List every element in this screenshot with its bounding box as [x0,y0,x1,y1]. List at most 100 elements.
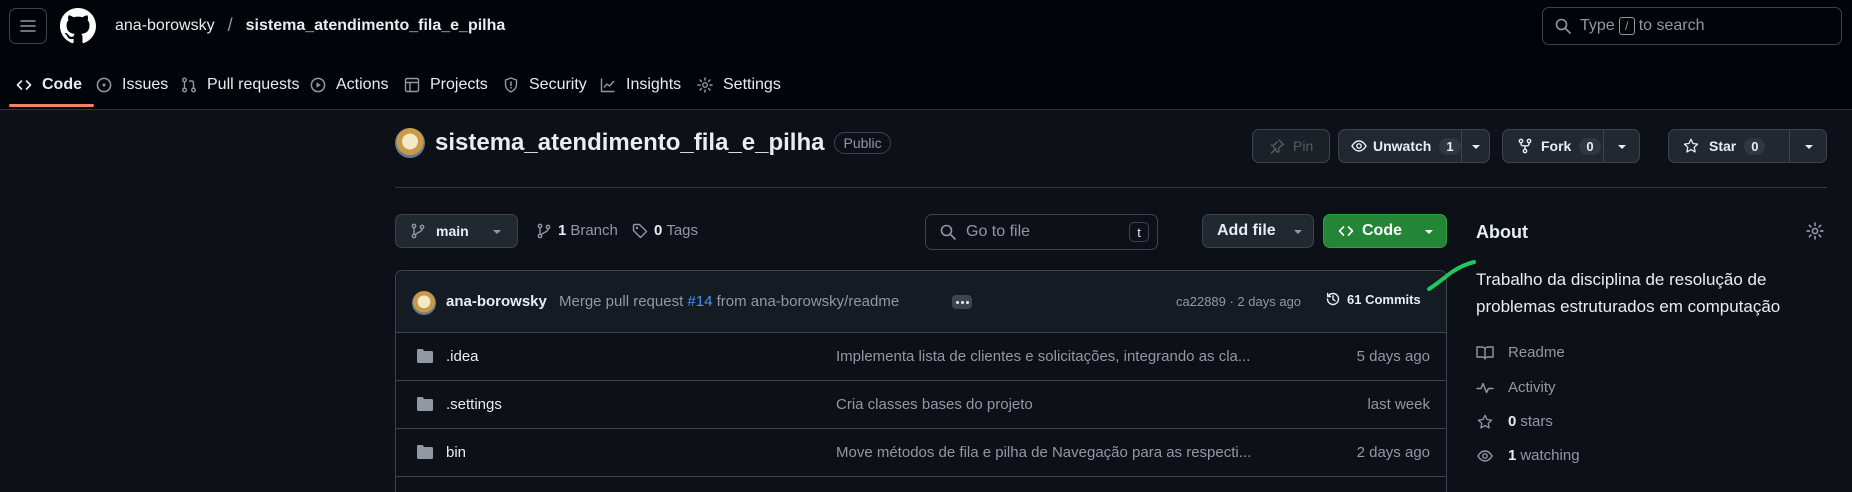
breadcrumb-owner[interactable]: ana-borowsky [115,17,215,35]
pull-request-link[interactable]: #14 [687,293,712,310]
branch-selector[interactable]: main [395,214,518,248]
menu-button[interactable] [9,8,47,44]
eye-icon [1351,140,1367,152]
history-icon [1326,292,1340,306]
tags-count: 0 [654,222,663,239]
tab-code[interactable]: Code [16,60,82,110]
book-icon [1476,345,1494,360]
pulse-icon [1476,382,1494,393]
file-date: last week [1367,396,1430,413]
code-button[interactable]: Code [1323,214,1447,248]
breadcrumb-repo[interactable]: sistema_atendimento_fila_e_pilha [246,17,506,35]
chevron-down-icon [1294,230,1302,234]
search-suffix: to search [1638,17,1705,34]
tab-projects[interactable]: Projects [404,60,488,110]
breadcrumb: ana-borowsky / sistema_atendimento_fila_… [115,15,505,36]
code-icon [1338,226,1354,236]
file-commit-message[interactable]: Implementa lista de clientes e solicitaç… [836,348,1288,365]
table-row[interactable]: .settings Cria classes bases do projeto … [396,381,1446,429]
file-table: ana-borowsky Merge pull request #14 from… [395,270,1447,492]
gear-icon [697,77,713,93]
commit-author[interactable]: ana-borowsky [446,293,547,310]
add-file-label: Add file [1217,222,1276,239]
avatar[interactable] [412,291,436,315]
unwatch-button[interactable]: Unwatch 1 [1338,129,1490,163]
tag-icon [632,223,648,238]
file-commit-message[interactable]: Cria classes bases do projeto [836,396,1288,413]
file-name[interactable]: .settings [446,396,502,413]
header-row: ana-borowsky / sistema_atendimento_fila_… [0,0,1852,52]
activity-link[interactable]: Activity [1476,379,1556,396]
pin-button[interactable]: Pin [1252,129,1330,163]
eye-icon [1477,449,1493,462]
pin-label: Pin [1293,138,1314,154]
branches-label: Branch [570,222,618,239]
folder-icon [417,445,433,459]
file-name[interactable]: .idea [446,348,479,365]
fork-button[interactable]: Fork 0 [1502,129,1640,163]
activity-label: Activity [1508,379,1556,396]
branch-icon [411,223,425,239]
fork-label: Fork [1541,138,1572,154]
tab-issues[interactable]: Issues [96,60,168,110]
file-commit-message[interactable]: Move métodos de fila e pilha de Navegaçã… [836,444,1288,461]
readme-label: Readme [1508,344,1565,361]
star-button[interactable]: Star 0 [1668,129,1827,163]
watching-link[interactable]: 1 watching [1476,447,1580,464]
repo-nav: Code Issues Pull requests Actions Projec… [0,60,1852,110]
global-search[interactable]: Type / to search [1542,7,1842,45]
commits-link[interactable]: 61 Commits [1325,291,1421,307]
github-logo-icon[interactable] [60,8,96,44]
button-divider [1789,130,1790,162]
active-tab-indicator [9,104,94,107]
star-icon [1683,138,1699,153]
commit-message[interactable]: Merge pull request #14 from ana-borowsky… [559,293,899,310]
tab-settings[interactable]: Settings [697,60,781,110]
chevron-down-icon[interactable] [1617,142,1627,152]
commit-details-toggle[interactable] [952,295,972,309]
about-heading: About [1476,222,1528,242]
tags-link[interactable]: 0 Tags [632,222,698,239]
star-label: Star [1709,138,1737,154]
readme-link[interactable]: Readme [1476,344,1565,361]
tab-insights[interactable]: Insights [600,60,681,110]
avatar[interactable] [395,128,425,158]
stars-link[interactable]: 0 stars [1476,413,1553,430]
tab-actions[interactable]: Actions [310,60,388,110]
chevron-down-icon [493,230,501,234]
branches-count: 1 [558,222,567,239]
tab-security-label: Security [529,76,587,93]
chevron-down-icon[interactable] [1471,142,1481,152]
branch-icon [537,223,551,238]
button-divider [1461,130,1462,162]
graph-icon [600,78,615,93]
branches-link[interactable]: 1 Branch [536,222,618,239]
watching-count: 1 [1508,447,1517,464]
tab-security[interactable]: Security [503,60,587,110]
file-name[interactable]: bin [446,444,466,461]
tab-issues-label: Issues [122,76,169,93]
table-row[interactable]: .idea Implementa lista de clientes e sol… [396,333,1446,381]
table-row[interactable]: bin Move métodos de fila e pilha de Nave… [396,429,1446,477]
tab-projects-label: Projects [430,76,488,93]
watching-label: watching [1520,447,1580,464]
annotation-stroke [1427,260,1476,291]
tags-label: Tags [666,222,699,239]
add-file-button[interactable]: Add file [1202,214,1314,248]
folder-icon [417,349,433,363]
go-to-file-input[interactable]: Go to file t [925,214,1158,250]
go-to-file-placeholder: Go to file [966,223,1031,240]
repo-name[interactable]: sistema_atendimento_fila_e_pilha [435,129,824,157]
tab-actions-label: Actions [336,76,389,93]
search-prefix: Type [1580,17,1615,34]
tab-pull-requests-label: Pull requests [207,76,300,93]
gear-icon[interactable] [1806,222,1824,240]
commit-hash-time[interactable]: ca22889 · 2 days ago [1176,294,1301,309]
tab-insights-label: Insights [626,76,682,93]
chevron-down-icon[interactable] [1804,142,1814,152]
code-icon [16,80,32,90]
global-header: ana-borowsky / sistema_atendimento_fila_… [0,0,1852,110]
button-divider [1603,130,1604,162]
pin-icon [1270,139,1285,154]
tab-pull-requests[interactable]: Pull requests [181,60,300,110]
